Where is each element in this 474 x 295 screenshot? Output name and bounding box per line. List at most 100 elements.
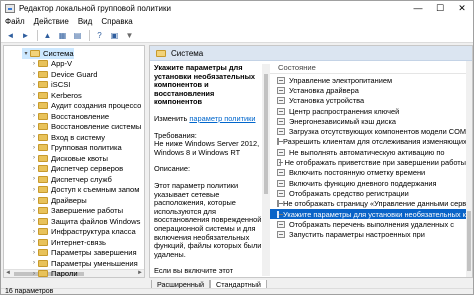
chevron-right-icon[interactable]: › [30, 239, 38, 245]
policy-setting-row[interactable]: Не отображать страницу «Управление данны… [270, 199, 466, 209]
maximize-button[interactable]: ☐ [429, 1, 451, 15]
tree-item[interactable]: › Групповая политика [30, 143, 122, 154]
tree-item[interactable]: › Восстановление системы [30, 122, 141, 133]
column-header-state[interactable]: Состояние [270, 61, 466, 74]
policy-setting-row[interactable]: Энергонезависимый кэш диска [270, 116, 466, 126]
help-icon[interactable]: ? [93, 29, 106, 41]
tree-item-label: Дисковые квоты [51, 153, 108, 163]
tree-item[interactable]: › Аудит создания процессо [30, 101, 141, 112]
show-hide-tree-icon[interactable]: ▦ [56, 29, 69, 41]
chevron-right-icon[interactable]: › [30, 124, 38, 130]
scroll-left-icon[interactable]: ◄ [5, 270, 11, 276]
policy-setting-row[interactable]: Загрузка отсутствующих компонентов модел… [270, 127, 466, 137]
chevron-right-icon[interactable]: › [30, 208, 38, 214]
policy-setting-icon [277, 148, 285, 156]
menu-item[interactable]: Действие [34, 17, 69, 26]
menu-item[interactable]: Справка [101, 17, 132, 26]
title-bar: Редактор локальной групповой политики — … [1, 1, 473, 15]
chevron-right-icon[interactable]: › [30, 166, 38, 172]
tree-item[interactable]: › Драйверы [30, 195, 87, 206]
minimize-button[interactable]: — [407, 1, 429, 15]
chevron-right-icon[interactable]: › [30, 229, 38, 235]
policy-setting-row[interactable]: Включить постоянную отметку времени [270, 168, 466, 178]
policy-setting-row[interactable]: Установка устройства [270, 96, 466, 106]
chevron-right-icon[interactable]: › [30, 113, 38, 119]
chevron-right-icon[interactable]: › [30, 134, 38, 140]
close-button[interactable]: ✕ [451, 1, 473, 15]
chevron-right-icon[interactable]: › [30, 187, 38, 193]
up-folder-icon[interactable]: ▲ [41, 29, 54, 41]
tree-item[interactable]: › Дисковые квоты [30, 153, 108, 164]
settings-list-scroll-thumb[interactable] [467, 211, 471, 271]
edit-policy-line: Изменить параметр политики [154, 114, 262, 124]
tree-item[interactable]: › Интернет-связь [30, 237, 106, 248]
description-scroll-thumb[interactable] [264, 74, 268, 194]
tree-item[interactable]: › App-V [30, 59, 72, 70]
policy-setting-row[interactable]: Не отображать приветствие при завершении… [270, 157, 466, 167]
properties-icon[interactable]: ▣ [108, 29, 121, 41]
chevron-right-icon[interactable]: › [30, 218, 38, 224]
chevron-right-icon[interactable]: › [30, 92, 38, 98]
policy-setting-label: Включить функцию дневного поддержания [289, 178, 437, 188]
forward-arrow-icon[interactable]: ► [19, 29, 32, 41]
status-bar: 16 параметров [1, 288, 473, 294]
filter-icon[interactable]: ▼ [123, 29, 136, 41]
chevron-right-icon[interactable]: › [30, 271, 38, 277]
details-header: Система [150, 46, 472, 61]
menu-item[interactable]: Файл [5, 17, 25, 26]
chevron-right-icon[interactable]: › [30, 145, 38, 151]
policy-setting-row[interactable]: Отображать средство регистрации [270, 188, 466, 198]
tree-item[interactable]: › Kerberos [30, 90, 82, 101]
tree-item-label: Пароли [51, 269, 78, 278]
chevron-right-icon[interactable]: › [30, 71, 38, 77]
policy-setting-label: Укажите параметры для установки необязат… [283, 209, 466, 219]
menu-item[interactable]: Вид [78, 17, 92, 26]
policy-setting-row[interactable]: Разрешить клиентам для отслеживания изме… [270, 137, 466, 147]
policy-setting-row[interactable]: Укажите параметры для установки необязат… [270, 208, 466, 220]
navigation-tree[interactable]: ◄ ► ▾ Система › App-V › Device Guard › iSCSI › Ke… [3, 45, 145, 278]
tree-item[interactable]: › Параметры завершения [30, 248, 137, 259]
chevron-right-icon[interactable]: › [30, 197, 38, 203]
policy-setting-row[interactable]: Центр распространения ключей [270, 106, 466, 116]
tree-item[interactable]: › Параметры уменьшения [30, 258, 138, 269]
chevron-right-icon[interactable]: › [30, 82, 38, 88]
chevron-right-icon[interactable]: › [30, 155, 38, 161]
tree-item[interactable]: › iSCSI [30, 80, 70, 91]
export-list-icon[interactable]: ▤ [71, 29, 84, 41]
chevron-right-icon[interactable]: › [30, 103, 38, 109]
tree-item[interactable]: › Защита файлов Windows [30, 216, 140, 227]
tree-item[interactable]: › Инфраструктура класса [30, 227, 136, 238]
settings-list-scrollbar[interactable] [466, 61, 472, 277]
tree-item[interactable]: › Восстановление [30, 111, 109, 122]
description-scrollbar[interactable] [262, 64, 270, 276]
chevron-right-icon[interactable]: › [30, 176, 38, 182]
policy-setting-row[interactable]: Отображать перечень выполнения удаленных… [270, 219, 466, 229]
tree-item-label: Восстановление [51, 111, 110, 121]
chevron-right-icon[interactable]: › [30, 260, 38, 266]
edit-policy-link[interactable]: параметр политики [189, 114, 255, 123]
scroll-right-icon[interactable]: ► [137, 270, 143, 276]
tree-item[interactable]: › Device Guard [30, 69, 97, 80]
tree-item[interactable]: ▾ Система [22, 48, 74, 59]
policy-setting-icon [277, 97, 285, 105]
back-arrow-icon[interactable]: ◄ [4, 29, 17, 41]
chevron-down-icon[interactable]: ▾ [22, 50, 30, 57]
chevron-right-icon[interactable]: › [30, 250, 38, 256]
policy-setting-row[interactable]: Управление электропитанием [270, 75, 466, 85]
policy-setting-row[interactable]: Установка драйвера [270, 85, 466, 95]
folder-icon [38, 133, 48, 141]
tree-item[interactable]: › Диспетчер серверов [30, 164, 123, 175]
policy-setting-row[interactable]: Включить функцию дневного поддержания [270, 178, 466, 188]
policy-setting-row[interactable]: Не выполнять автоматическую активацию по [270, 147, 466, 157]
policy-setting-label: Отображать средство регистрации [289, 188, 409, 198]
policy-setting-icon [277, 107, 285, 115]
tree-item[interactable]: › Доступ к съемным запом [30, 185, 140, 196]
tree-item[interactable]: › Завершение работы [30, 206, 123, 217]
chevron-right-icon[interactable]: › [30, 61, 38, 67]
tree-item[interactable]: › Диспетчер служб [30, 174, 112, 185]
tree-item-label: Device Guard [51, 69, 98, 79]
policy-title: Укажите параметры для установки необязат… [154, 64, 255, 107]
policy-setting-row[interactable]: Запустить параметры настроенных при [270, 230, 466, 240]
tree-item[interactable]: › Вход в систему [30, 132, 105, 143]
tree-item[interactable]: › Пароли [30, 269, 78, 278]
